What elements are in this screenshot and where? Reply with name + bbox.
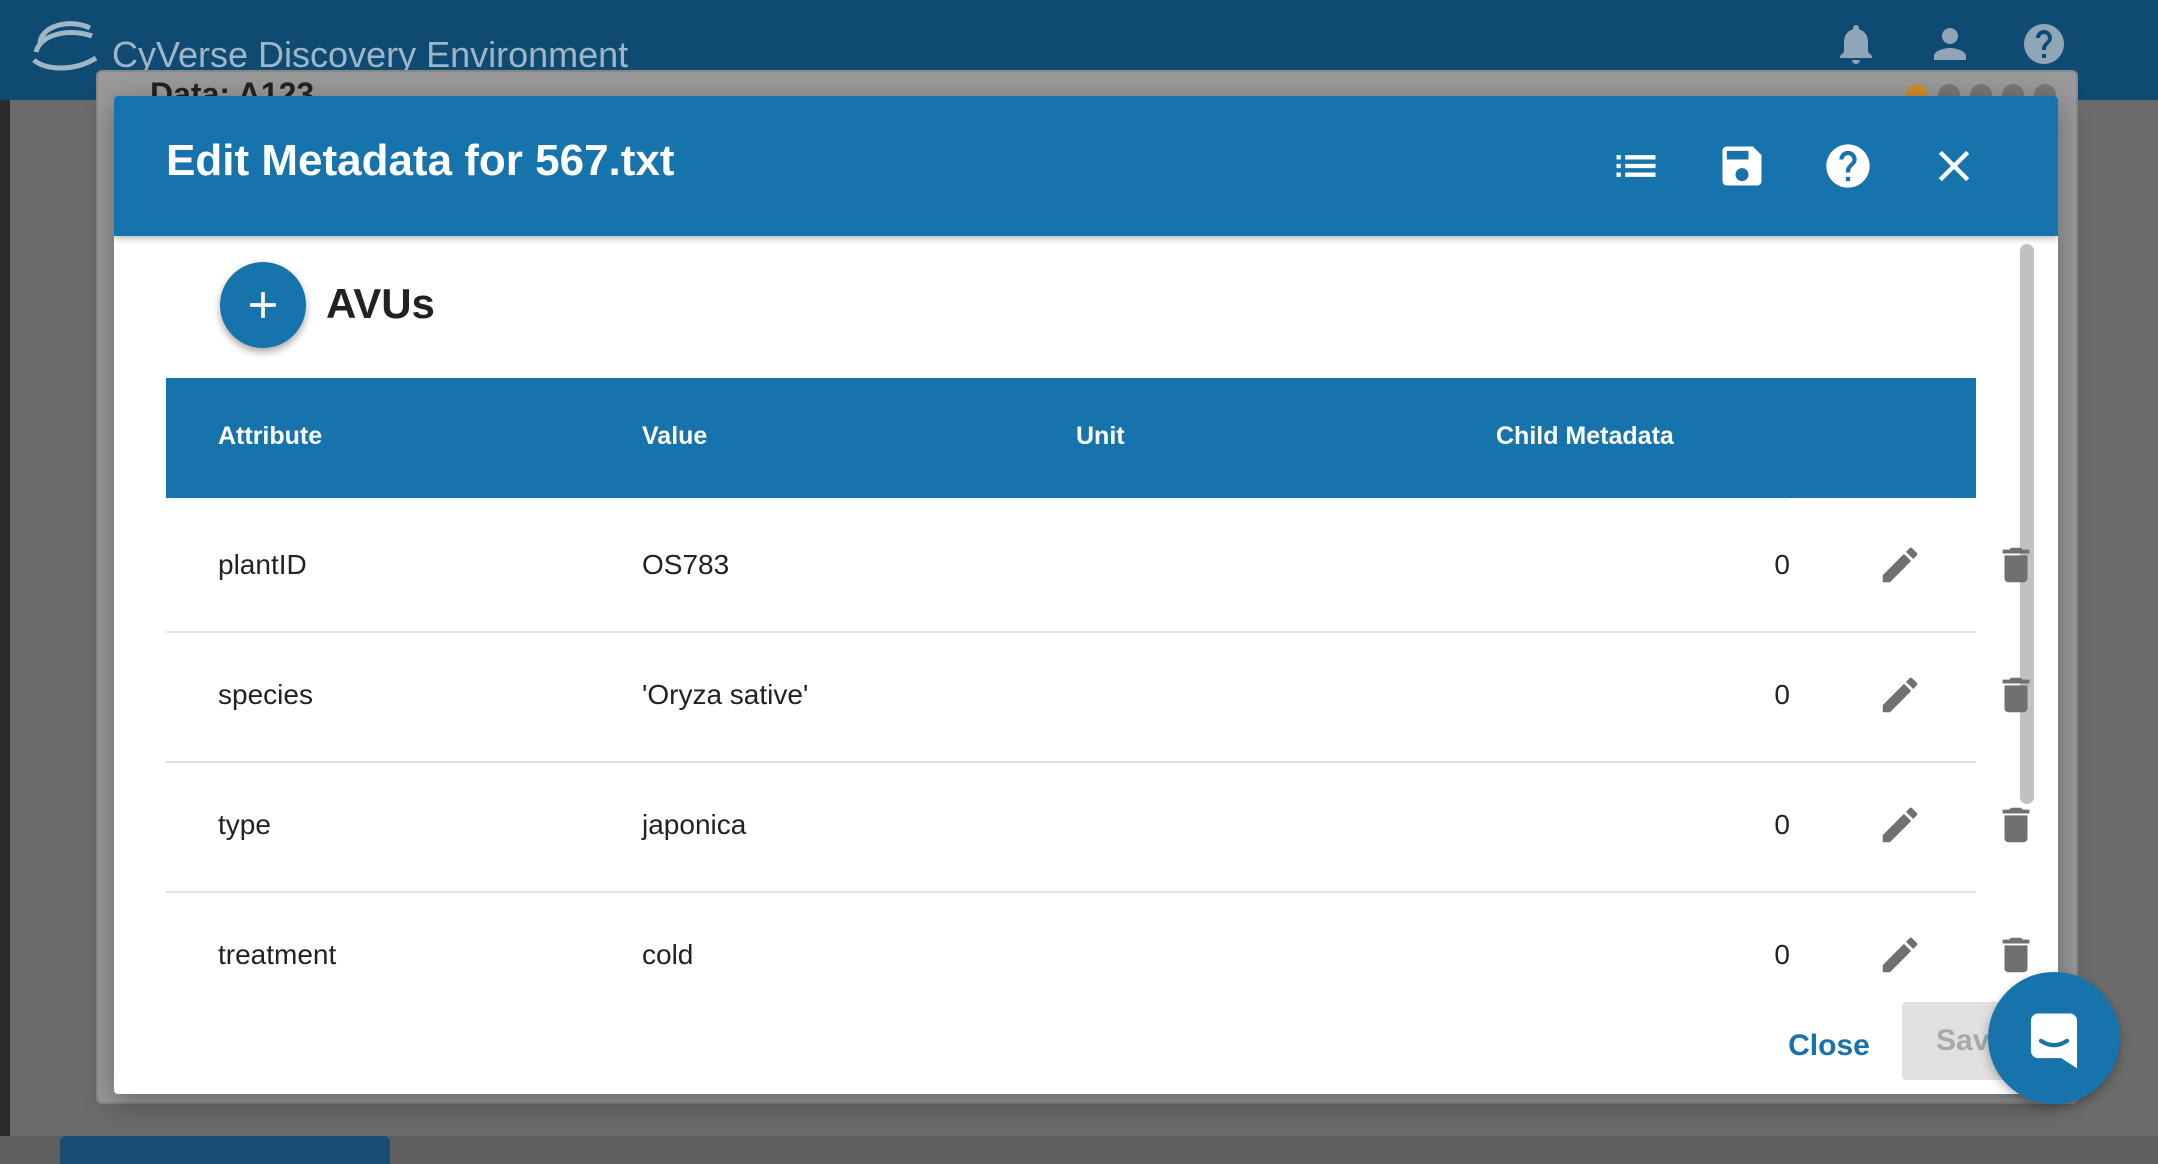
child-metadata-count: 0: [1774, 939, 1790, 970]
trash-icon: [2002, 677, 2030, 713]
save-metadata-button[interactable]: [1710, 134, 1774, 198]
edit-row-button[interactable]: [1872, 667, 1928, 723]
dialog-title: Edit Metadata for 567.txt: [166, 136, 675, 185]
pencil-icon: [1882, 677, 1918, 713]
table-header: Attribute Value Unit Child Metadata: [166, 378, 1976, 498]
taskbar-tab[interactable]: [60, 1136, 390, 1164]
close-button[interactable]: Close: [1754, 1016, 1904, 1076]
column-header-attribute[interactable]: Attribute: [218, 422, 322, 451]
edit-metadata-dialog: Edit Metadata for 567.txt AVUs Attribute…: [114, 96, 2058, 1094]
delete-row-button[interactable]: [1988, 797, 2044, 853]
section-title: AVUs: [326, 280, 435, 327]
edit-row-button[interactable]: [1872, 797, 1928, 853]
column-header-unit[interactable]: Unit: [1076, 422, 1125, 451]
child-metadata-count: 0: [1774, 809, 1790, 840]
pencil-icon: [1882, 937, 1918, 973]
bell-icon[interactable]: [1832, 20, 1880, 68]
child-metadata-count: 0: [1774, 549, 1790, 580]
help-icon[interactable]: [2020, 20, 2068, 68]
edit-row-button[interactable]: [1872, 927, 1928, 983]
pencil-icon: [1882, 547, 1918, 583]
trash-icon: [2002, 547, 2030, 583]
add-avu-button[interactable]: [220, 262, 306, 348]
table-row[interactable]: type japonica 0: [166, 761, 2030, 893]
cyverse-logo-icon: [32, 21, 98, 71]
edit-row-button[interactable]: [1872, 537, 1928, 593]
column-header-child-metadata[interactable]: Child Metadata: [1496, 422, 1674, 451]
save-icon: [1722, 146, 1762, 186]
delete-row-button[interactable]: [1988, 537, 2044, 593]
chat-icon: [2030, 1013, 2078, 1069]
close-icon: [1938, 150, 1970, 182]
trash-icon: [2002, 937, 2030, 973]
plus-icon: [250, 292, 276, 318]
dialog-header: Edit Metadata for 567.txt: [114, 96, 2058, 236]
table-row[interactable]: treatment cold 0: [166, 891, 2030, 1021]
table-row[interactable]: species 'Oryza sative' 0: [166, 631, 2030, 763]
screen-edge: [0, 0, 10, 1164]
view-list-button[interactable]: [1604, 134, 1668, 198]
chat-support-button[interactable]: [1988, 972, 2120, 1104]
trash-icon: [2002, 807, 2030, 843]
list-icon: [1616, 155, 1656, 177]
help-icon: [1826, 144, 1870, 188]
dialog-help-button[interactable]: [1816, 134, 1880, 198]
column-header-value[interactable]: Value: [642, 422, 707, 451]
child-metadata-count: 0: [1774, 679, 1790, 710]
table-row[interactable]: plantID OS783 0: [166, 501, 2030, 633]
delete-row-button[interactable]: [1988, 667, 2044, 723]
pencil-icon: [1882, 807, 1918, 843]
user-icon[interactable]: [1926, 20, 1974, 68]
dialog-close-button[interactable]: [1922, 134, 1986, 198]
